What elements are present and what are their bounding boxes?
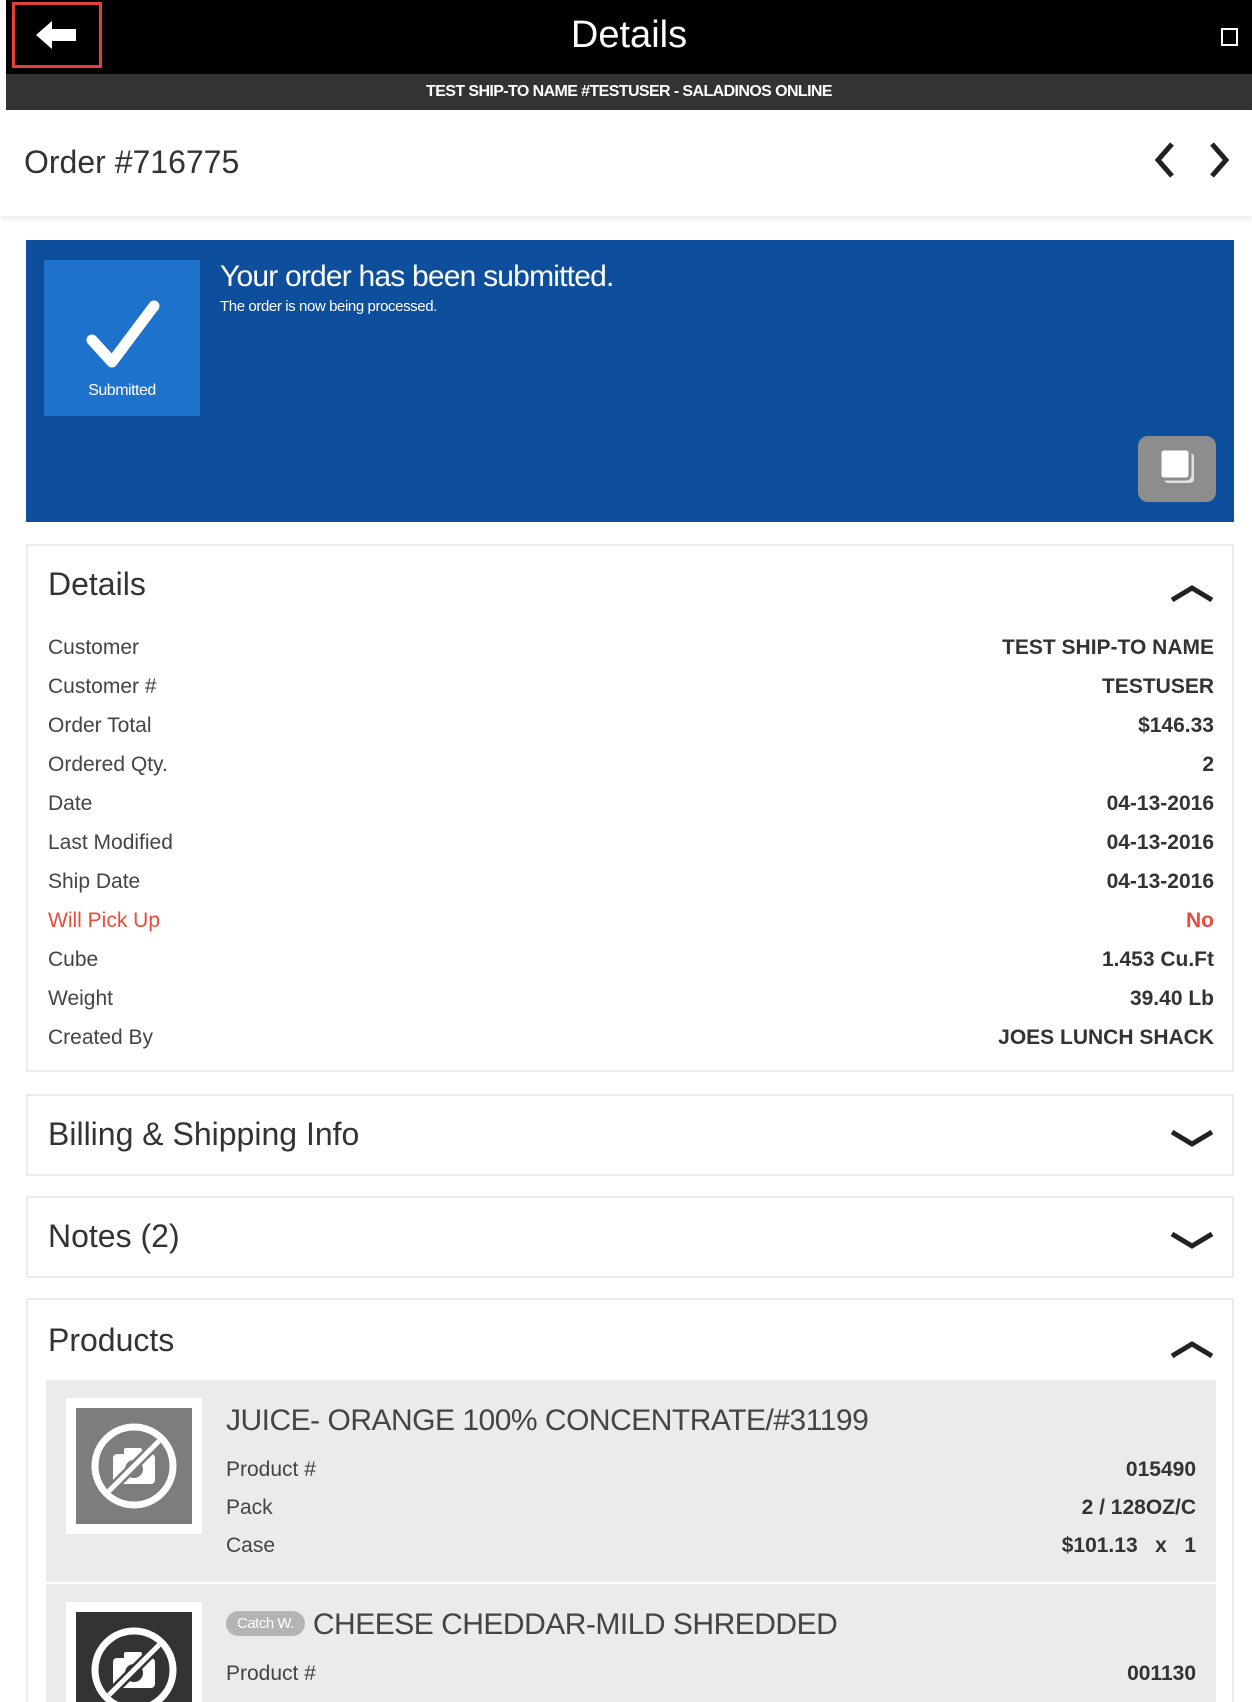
order-title: Order #716775 — [24, 144, 240, 180]
detail-label: Order Total — [48, 714, 152, 737]
detail-label: Date — [48, 792, 93, 815]
detail-row: Cube 1.453 Cu.Ft — [48, 942, 1214, 980]
product-number-row: Product # 015490 — [226, 1452, 1196, 1490]
detail-value: 04-13-2016 — [1106, 792, 1214, 815]
status-submitted: Submitted — [44, 260, 200, 416]
detail-row: Will Pick Up No — [48, 903, 1214, 941]
detail-value: 39.40 Lb — [1129, 987, 1214, 1010]
product-image — [66, 1398, 202, 1534]
window-square-icon[interactable] — [1221, 28, 1238, 46]
account-subheader: TEST SHIP-TO NAME #TESTUSER - SALADINOS … — [6, 74, 1252, 110]
product-name: CHEESE CHEDDAR-MILD SHREDDED — [312, 1608, 838, 1641]
product-item[interactable]: Catch W. CHEESE CHEDDAR-MILD SHREDDED Pro… — [46, 1584, 1216, 1702]
detail-label: Ship Date — [48, 870, 141, 893]
product-pack-label: Pack — [226, 1496, 273, 1519]
detail-value: 04-13-2016 — [1106, 870, 1214, 893]
details-panel: Details Customer TEST SHIP-TO NAME Custome… — [26, 544, 1234, 1072]
detail-label: Ordered Qty. — [48, 753, 168, 776]
order-status-banner: Submitted Your order has been submitted.… — [26, 240, 1234, 522]
product-case-label: Case — [226, 1534, 276, 1557]
page-title: Details — [570, 14, 688, 56]
detail-row: Date 04-13-2016 — [48, 786, 1214, 824]
detail-value: TEST SHIP-TO NAME — [1002, 636, 1214, 659]
product-number-value: 001130 — [1127, 1662, 1196, 1685]
product-number-value: 015490 — [1125, 1458, 1196, 1481]
detail-value: 1.453 Cu.Ft — [1101, 948, 1214, 971]
billing-panel-title: Billing & Shipping Info — [48, 1116, 360, 1152]
no-camera-icon — [91, 1627, 177, 1702]
detail-value: 2 — [1202, 753, 1214, 776]
product-item[interactable]: JUICE- ORANGE 100% CONCENTRATE/#31199 Pr… — [46, 1380, 1216, 1582]
products-panel-title: Products — [48, 1322, 175, 1358]
product-pack-value: 2 / 128OZ/C — [1081, 1496, 1196, 1519]
product-pack-row: Pack 2 / 128OZ/C — [226, 1490, 1196, 1528]
detail-row: Customer # TESTUSER — [48, 669, 1214, 707]
product-image — [66, 1602, 202, 1702]
no-camera-icon — [91, 1423, 177, 1509]
detail-label: Will Pick Up — [48, 909, 161, 932]
detail-row: Customer TEST SHIP-TO NAME — [48, 630, 1214, 668]
detail-value: 04-13-2016 — [1106, 831, 1214, 854]
billing-shipping-panel[interactable]: Billing & Shipping Info — [26, 1094, 1234, 1176]
detail-label: Customer # — [48, 675, 157, 698]
products-panel: Products JUICE- ORANGE 100% CONCENTRATE/… — [26, 1298, 1234, 1702]
product-name-row: Catch W. CHEESE CHEDDAR-MILD SHREDDED — [226, 1608, 838, 1642]
detail-label: Created By — [48, 1026, 154, 1049]
notes-panel-title: Notes (2) — [48, 1218, 180, 1254]
next-order-icon[interactable] — [1202, 138, 1236, 182]
product-case-row: Case $101.13 x 1 — [226, 1528, 1196, 1566]
detail-row: Order Total $146.33 — [48, 708, 1214, 746]
detail-label: Cube — [48, 948, 99, 971]
detail-row: Created By JOES LUNCH SHACK — [48, 1020, 1214, 1058]
top-bar: Details — [6, 0, 1252, 74]
detail-row: Last Modified 04-13-2016 — [48, 825, 1214, 863]
chevron-down-icon[interactable] — [1168, 1228, 1216, 1252]
copy-order-button[interactable] — [1138, 436, 1216, 502]
detail-value: TESTUSER — [1101, 675, 1214, 698]
product-case-value: $101.13 x 1 — [1061, 1534, 1196, 1557]
catch-weight-badge: Catch W. — [226, 1610, 305, 1636]
chevron-down-icon[interactable] — [1168, 1126, 1216, 1150]
status-label: Submitted — [88, 382, 156, 399]
checkmark-icon — [86, 300, 160, 368]
chevron-up-icon[interactable] — [1168, 580, 1216, 604]
banner-subtitle: The order is now being processed. — [220, 298, 437, 315]
detail-label: Weight — [48, 987, 113, 1010]
details-panel-title: Details — [48, 566, 146, 602]
order-header: Order #716775 — [0, 110, 1252, 216]
detail-label: Customer — [48, 636, 140, 659]
detail-row: Weight 39.40 Lb — [48, 981, 1214, 1019]
product-number-row: Product # 001130 — [226, 1656, 1196, 1694]
previous-order-icon[interactable] — [1148, 138, 1182, 182]
chevron-up-icon[interactable] — [1168, 1336, 1216, 1360]
copy-icon — [1158, 447, 1194, 483]
notes-panel[interactable]: Notes (2) — [26, 1196, 1234, 1278]
product-number-label: Product # — [226, 1458, 316, 1481]
detail-value: $146.33 — [1138, 714, 1214, 737]
detail-value: JOES LUNCH SHACK — [998, 1026, 1214, 1049]
detail-row: Ship Date 04-13-2016 — [48, 864, 1214, 902]
detail-value: No — [1186, 909, 1214, 932]
detail-label: Last Modified — [48, 831, 173, 854]
product-name: JUICE- ORANGE 100% CONCENTRATE/#31199 — [226, 1404, 869, 1437]
banner-title: Your order has been submitted. — [220, 260, 614, 293]
product-number-label: Product # — [226, 1662, 316, 1685]
detail-row: Ordered Qty. 2 — [48, 747, 1214, 785]
